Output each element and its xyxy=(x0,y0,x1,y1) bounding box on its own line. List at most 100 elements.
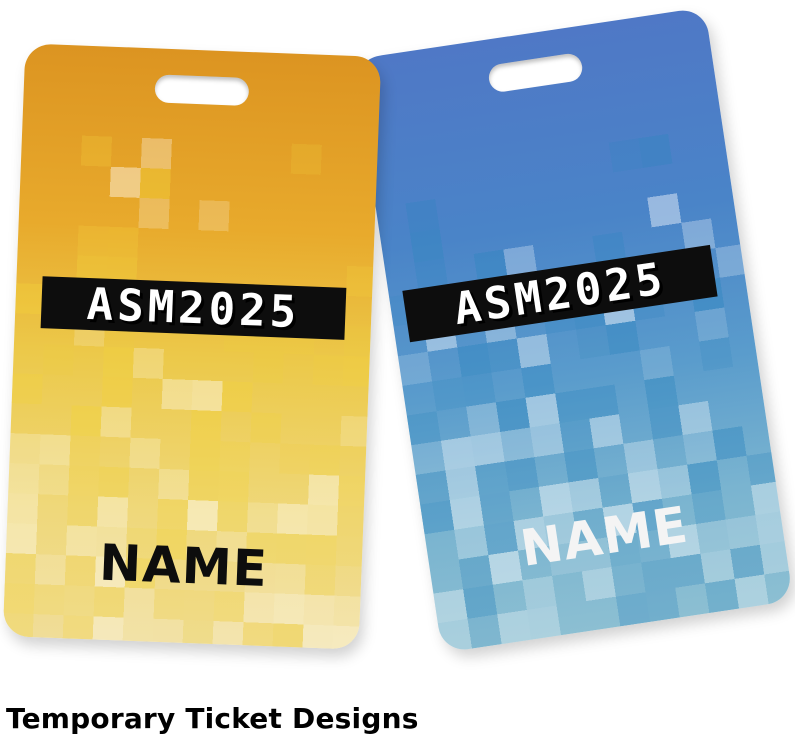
pattern-pixel xyxy=(746,451,781,486)
pattern-pixel xyxy=(290,143,322,175)
pattern-pixel xyxy=(433,589,468,624)
pattern-pixel xyxy=(2,612,34,645)
pattern-pixel xyxy=(568,477,603,513)
pattern-pixel xyxy=(475,461,510,496)
pattern-pixel xyxy=(682,430,717,465)
pattern-pixel xyxy=(100,406,132,438)
ticket-mockup-scene: ASM2025 NAME ASM2025 NAME xyxy=(0,0,795,690)
pattern-pixel xyxy=(336,505,368,537)
pattern-pixel xyxy=(332,625,364,650)
pattern-pixel xyxy=(8,463,40,495)
pattern-pixel xyxy=(538,482,573,517)
pattern-pixel xyxy=(467,614,502,649)
pattern-pixel xyxy=(470,431,505,467)
pattern-pixel xyxy=(246,502,279,534)
pattern-pixel xyxy=(158,468,190,500)
pattern-pixel xyxy=(639,345,674,381)
pattern-pixel xyxy=(526,605,561,640)
pattern-pixel xyxy=(92,616,124,648)
pattern-pixel xyxy=(432,377,467,412)
pattern-pixel xyxy=(555,388,590,424)
pattern-pixel xyxy=(522,575,557,610)
pattern-pixel xyxy=(559,418,594,453)
pattern-pixel xyxy=(405,199,440,234)
pattern-pixel xyxy=(340,415,372,447)
pattern-pixel xyxy=(339,445,371,477)
pattern-pixel xyxy=(221,381,253,413)
pattern-pixel xyxy=(605,320,640,355)
pattern-pixel xyxy=(715,243,750,278)
pattern-pixel xyxy=(497,609,532,645)
pattern-pixel xyxy=(132,347,164,379)
pattern-pixel xyxy=(598,473,633,508)
pattern-pixel xyxy=(704,578,739,614)
pattern-pixel xyxy=(140,137,172,170)
pattern-pixel xyxy=(445,466,480,501)
pattern-pixel xyxy=(409,228,444,263)
pattern-pixel xyxy=(212,621,244,650)
pattern-pixel xyxy=(623,439,658,474)
pattern-pixel xyxy=(182,619,214,650)
pattern-pixel xyxy=(191,380,223,412)
pattern-pixel xyxy=(611,562,646,597)
pattern-pixel xyxy=(457,342,492,378)
pattern-pixel xyxy=(479,491,514,526)
pattern-pixel xyxy=(486,338,522,373)
pattern-pixel xyxy=(411,440,446,475)
pattern-pixel xyxy=(504,457,539,492)
pattern-pixel xyxy=(575,325,611,360)
pattern-pixel xyxy=(67,495,99,527)
pattern-pixel xyxy=(584,384,619,419)
pattern-pixel xyxy=(129,437,161,469)
pattern-pixel xyxy=(190,410,222,442)
pattern-pixel xyxy=(581,566,616,602)
pattern-pixel xyxy=(62,615,94,647)
pattern-pixel xyxy=(699,337,734,372)
pattern-pixel xyxy=(645,587,680,622)
pattern-pixel xyxy=(694,307,729,342)
pattern-pixel xyxy=(102,346,134,378)
pattern-pixel xyxy=(516,334,551,369)
pattern-pixel xyxy=(101,376,133,408)
ticket-card-blue: ASM2025 NAME xyxy=(353,7,794,653)
pattern-pixel xyxy=(644,375,679,410)
ticket-card-yellow: ASM2025 NAME xyxy=(2,43,382,650)
pattern-pixel xyxy=(302,624,334,650)
pattern-pixel xyxy=(69,435,101,467)
pattern-pixel xyxy=(161,378,193,411)
pattern-pixel xyxy=(437,618,472,653)
pattern-pixel xyxy=(250,412,282,444)
pattern-pixel xyxy=(529,423,565,458)
pattern-pixel xyxy=(463,584,498,619)
pattern-pixel xyxy=(406,411,441,446)
pattern-pixel xyxy=(420,500,455,535)
pattern-pixel xyxy=(730,544,765,579)
pattern-pixel xyxy=(11,373,43,405)
pattern-pixel xyxy=(449,495,484,530)
pattern-pixel xyxy=(641,558,676,593)
pattern-pixel xyxy=(648,405,683,440)
pattern-pixel xyxy=(68,465,100,497)
pattern-pixel xyxy=(279,443,311,475)
pattern-pixel xyxy=(242,622,274,650)
pattern-pixel xyxy=(7,493,39,525)
pattern-pixel xyxy=(272,623,304,650)
pattern-pixel xyxy=(38,464,70,496)
pattern-pixel xyxy=(312,354,344,386)
pattern-pixel xyxy=(440,436,476,471)
pattern-pixel xyxy=(657,464,692,499)
pattern-pixel xyxy=(218,471,250,503)
pattern-pixel xyxy=(188,469,220,502)
pattern-pixel xyxy=(139,167,171,200)
pattern-pixel xyxy=(461,372,496,407)
pattern-pixel xyxy=(342,355,374,387)
pattern-pixel xyxy=(306,504,338,536)
pattern-pixel xyxy=(77,225,109,257)
pattern-pixel xyxy=(397,351,433,386)
pattern-pixel xyxy=(495,397,530,432)
pattern-pixel xyxy=(521,363,556,398)
pattern-pixel xyxy=(198,200,230,232)
pattern-pixel xyxy=(80,135,112,167)
pattern-pixel xyxy=(564,448,599,483)
pattern-pixel xyxy=(337,475,370,507)
